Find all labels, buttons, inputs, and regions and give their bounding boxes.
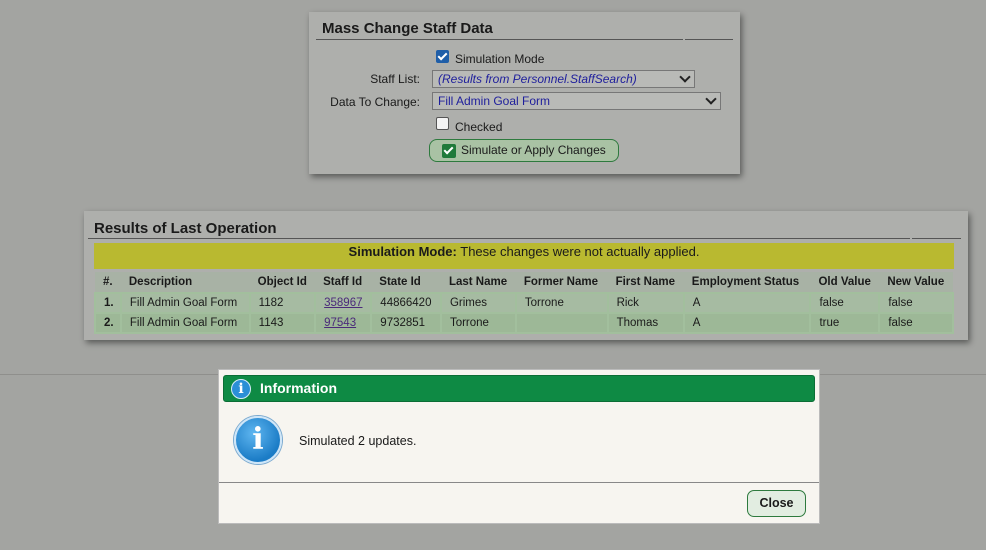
mass-change-title: Mass Change Staff Data [322, 20, 493, 37]
cell-description: Fill Admin Goal Form [119, 292, 251, 314]
staff-list-select[interactable]: (Results from Personnel.StaffSearch) [432, 70, 695, 88]
chevron-down-icon [705, 93, 717, 105]
cell-former-name: Torrone [514, 292, 609, 314]
simulation-banner: Simulation Mode: These changes were not … [94, 243, 954, 269]
cell-first-name: Rick [606, 292, 685, 314]
close-button[interactable]: Close [747, 490, 806, 517]
col-header: Object Id [249, 272, 316, 293]
simulate-apply-button[interactable]: Simulate or Apply Changes [429, 139, 619, 162]
results-panel: Results of Last Operation Simulation Mod… [84, 211, 968, 340]
table-row: 2. Fill Admin Goal Form 1143 97543 97328… [94, 312, 954, 334]
cell-new-value: false [878, 312, 954, 334]
cell-last-name: Torrone [439, 312, 517, 334]
cell-employment-status: A [682, 312, 812, 334]
col-header: #. [95, 272, 121, 293]
cell-object-id: 1182 [248, 292, 317, 314]
info-icon: i [231, 379, 251, 399]
title-rule [88, 238, 910, 239]
data-to-change-label: Data To Change: [330, 95, 420, 109]
mass-change-panel: Mass Change Staff Data Simulation Mode S… [309, 12, 740, 174]
cell-description: Fill Admin Goal Form [119, 312, 251, 334]
cell-new-value: false [878, 292, 954, 314]
results-title: Results of Last Operation [94, 220, 277, 237]
staff-id-link[interactable]: 358967 [324, 297, 362, 309]
staff-list-value: (Results from Personnel.StaffSearch) [438, 72, 637, 86]
cell-staff-id: 358967 [314, 292, 373, 314]
cell-staff-id: 97543 [314, 312, 373, 334]
check-icon [442, 144, 456, 158]
col-header: Employment Status [683, 272, 811, 293]
checked-checkbox[interactable] [436, 117, 449, 130]
cell-old-value: false [809, 292, 881, 314]
data-to-change-select[interactable]: Fill Admin Goal Form [432, 92, 721, 110]
cell-old-value: true [809, 312, 881, 334]
cell-state-id: 44866420 [370, 292, 442, 314]
cell-state-id: 9732851 [370, 312, 442, 334]
title-rule-end [685, 39, 733, 40]
results-table: #. Description Object Id Staff Id State … [94, 272, 954, 334]
info-icon: i [234, 416, 282, 464]
row-number: 1. [94, 292, 122, 314]
information-dialog: i Information i Simulated 2 updates. Clo… [218, 369, 820, 524]
title-rule [316, 39, 683, 40]
chevron-down-icon [679, 71, 691, 83]
cell-first-name: Thomas [606, 312, 685, 334]
checked-label: Checked [455, 120, 503, 134]
col-header: Former Name [515, 272, 608, 293]
col-header: Last Name [440, 272, 516, 293]
cell-last-name: Grimes [439, 292, 517, 314]
col-header: New Value [879, 272, 953, 293]
row-number: 2. [94, 312, 122, 334]
col-header: Old Value [810, 272, 880, 293]
col-header: Description [120, 272, 250, 293]
simulation-mode-label: Simulation Mode [455, 52, 545, 66]
title-rule-end [912, 238, 961, 239]
col-header: First Name [607, 272, 684, 293]
cell-object-id: 1143 [248, 312, 317, 334]
dialog-header: i Information [223, 375, 815, 402]
data-to-change-value: Fill Admin Goal Form [438, 94, 551, 108]
banner-bold: Simulation Mode: [348, 244, 457, 259]
col-header: State Id [371, 272, 441, 293]
staff-id-link[interactable]: 97543 [324, 317, 356, 329]
dialog-title: Information [260, 380, 337, 396]
dialog-message: Simulated 2 updates. [299, 434, 417, 448]
banner-text: These changes were not actually applied. [456, 244, 700, 259]
simulate-apply-label: Simulate or Apply Changes [461, 143, 606, 157]
dialog-divider [219, 482, 819, 483]
cell-former-name [514, 312, 609, 334]
staff-list-label: Staff List: [370, 72, 420, 86]
table-row: 1. Fill Admin Goal Form 1182 358967 4486… [94, 292, 954, 314]
cell-employment-status: A [682, 292, 812, 314]
simulation-mode-checkbox[interactable] [436, 50, 449, 63]
col-header: Staff Id [315, 272, 372, 293]
table-header-row: #. Description Object Id Staff Id State … [95, 272, 953, 293]
